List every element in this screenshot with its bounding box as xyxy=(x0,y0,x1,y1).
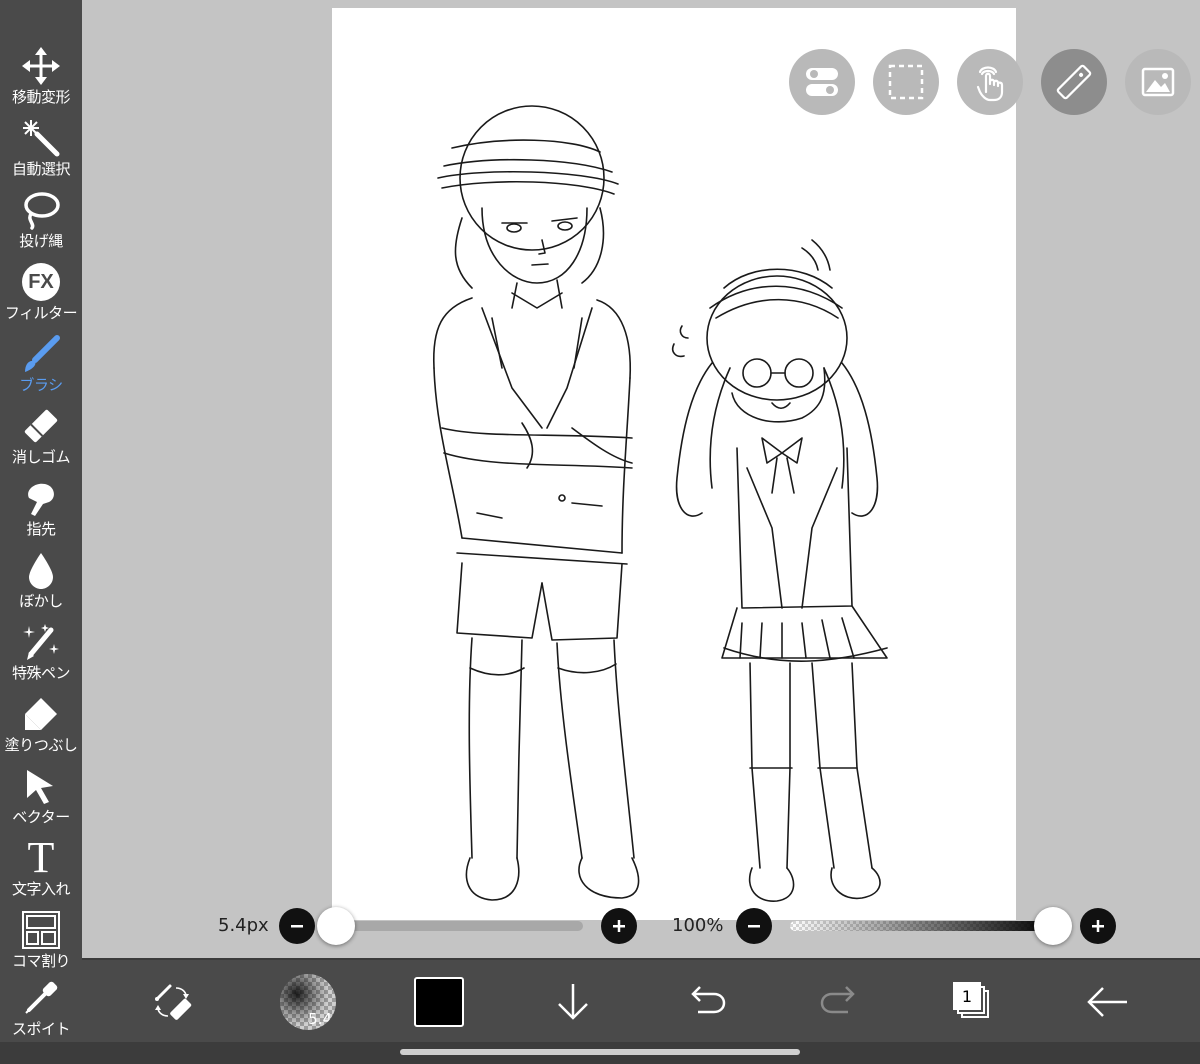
layers-button[interactable]: 1 xyxy=(941,970,1005,1034)
touch-hand-icon xyxy=(976,66,1004,102)
fx-icon: FX xyxy=(22,263,60,301)
tool-label: コマ割り xyxy=(11,952,71,970)
drawing-canvas[interactable] xyxy=(332,8,1016,920)
swap-brush-eraser-button[interactable] xyxy=(140,970,204,1034)
redo-button[interactable] xyxy=(808,970,872,1034)
tool-auto-select[interactable]: 自動選択 xyxy=(0,112,82,184)
opacity-slider[interactable] xyxy=(790,921,1056,931)
redo-icon xyxy=(820,986,855,1014)
tool-brush[interactable]: ブラシ xyxy=(0,328,82,400)
bottom-toolbar: 5.4 1 xyxy=(82,958,1200,1042)
panel-icon xyxy=(19,908,63,952)
tool-filter[interactable]: FX フィルター xyxy=(0,256,82,328)
move-icon xyxy=(19,44,63,88)
ibispaint-app: 移動変形 自動選択 投げ縄 FX フィルター ブラシ 消しゴム 指先 ぼかし 特… xyxy=(0,0,1200,1064)
opacity-plus-button[interactable] xyxy=(1080,908,1116,944)
toggle-button[interactable] xyxy=(789,49,855,115)
tool-label: ブラシ xyxy=(19,376,63,394)
brush-size-slider[interactable] xyxy=(333,921,583,931)
tool-label: 移動変形 xyxy=(11,88,71,106)
tool-label: 指先 xyxy=(26,520,56,538)
eyedropper-icon xyxy=(19,976,63,1020)
opacity-minus-button[interactable] xyxy=(736,908,772,944)
tool-label: スポイト xyxy=(11,1020,71,1038)
opacity-value: 100% xyxy=(672,915,724,936)
finger-icon xyxy=(19,476,63,520)
minus-icon xyxy=(291,925,303,928)
magic-wand-icon xyxy=(19,116,63,160)
eraser-icon xyxy=(19,404,63,448)
layer-count: 1 xyxy=(961,986,973,1006)
tool-eyedropper[interactable]: スポイト xyxy=(0,972,82,1044)
tool-label: 文字入れ xyxy=(11,880,71,898)
ruler-button[interactable] xyxy=(1041,49,1107,115)
download-arrow-icon xyxy=(558,984,588,1020)
blur-drop-icon xyxy=(19,548,63,592)
selection-rect-icon xyxy=(888,64,924,100)
color-button[interactable] xyxy=(407,970,471,1034)
image-button[interactable] xyxy=(1125,49,1191,115)
vector-arrow-icon xyxy=(19,764,63,808)
brush-size-plus-button[interactable] xyxy=(601,908,637,944)
color-swatch-icon xyxy=(414,977,464,1027)
brush-size-value: 5.4px xyxy=(218,915,269,936)
minus-icon xyxy=(748,925,760,928)
back-button[interactable] xyxy=(1075,970,1139,1034)
tool-special-pen[interactable]: 特殊ペン xyxy=(0,616,82,688)
lasso-icon xyxy=(19,188,63,232)
back-arrow-icon xyxy=(1087,987,1127,1017)
tool-label: ベクター xyxy=(12,808,70,826)
opacity-slider-knob[interactable] xyxy=(1034,907,1072,945)
tool-label: フィルター xyxy=(4,304,78,322)
download-button[interactable] xyxy=(541,970,605,1034)
undo-button[interactable] xyxy=(674,970,738,1034)
left-toolbar: 移動変形 自動選択 投げ縄 FX フィルター ブラシ 消しゴム 指先 ぼかし 特… xyxy=(0,0,82,1042)
tool-label: 投げ縄 xyxy=(19,232,63,250)
brush-preview-button[interactable]: 5.4 xyxy=(276,970,340,1034)
undo-icon xyxy=(691,986,726,1014)
tool-panel-divide[interactable]: コマ割り xyxy=(0,904,82,976)
fill-icon xyxy=(19,692,63,736)
brush-size-minus-button[interactable] xyxy=(279,908,315,944)
toggle-icon xyxy=(806,68,838,96)
plus-icon xyxy=(1092,920,1104,932)
home-indicator[interactable] xyxy=(400,1049,800,1055)
tool-lasso[interactable]: 投げ縄 xyxy=(0,184,82,256)
tool-label: 特殊ペン xyxy=(11,664,71,682)
tool-fill[interactable]: 塗りつぶし xyxy=(0,688,82,760)
brush-icon xyxy=(19,332,63,376)
tool-vector[interactable]: ベクター xyxy=(0,760,82,832)
image-icon xyxy=(1141,67,1175,97)
plus-icon xyxy=(613,920,625,932)
tool-finger[interactable]: 指先 xyxy=(0,472,82,544)
tool-blur[interactable]: ぼかし xyxy=(0,544,82,616)
sketch-artwork xyxy=(432,105,888,902)
touch-button[interactable] xyxy=(957,49,1023,115)
brush-size-badge: 5.4 xyxy=(308,1010,332,1028)
brush-preview-icon: 5.4 xyxy=(280,974,336,1030)
brush-size-slider-knob[interactable] xyxy=(317,907,355,945)
text-icon: T xyxy=(27,833,55,882)
tool-label: ぼかし xyxy=(19,592,63,610)
tool-label: 自動選択 xyxy=(11,160,71,178)
tool-move-transform[interactable]: 移動変形 xyxy=(0,40,82,112)
tool-text[interactable]: T 文字入れ xyxy=(0,832,82,904)
special-pen-icon xyxy=(19,620,63,664)
selection-button[interactable] xyxy=(873,49,939,115)
ruler-icon xyxy=(1056,64,1092,100)
tool-label: 塗りつぶし xyxy=(4,736,78,754)
tool-label: 消しゴム xyxy=(11,448,71,466)
tool-eraser[interactable]: 消しゴム xyxy=(0,400,82,472)
layers-icon: 1 xyxy=(951,980,995,1024)
swap-brush-eraser-icon xyxy=(155,984,192,1020)
